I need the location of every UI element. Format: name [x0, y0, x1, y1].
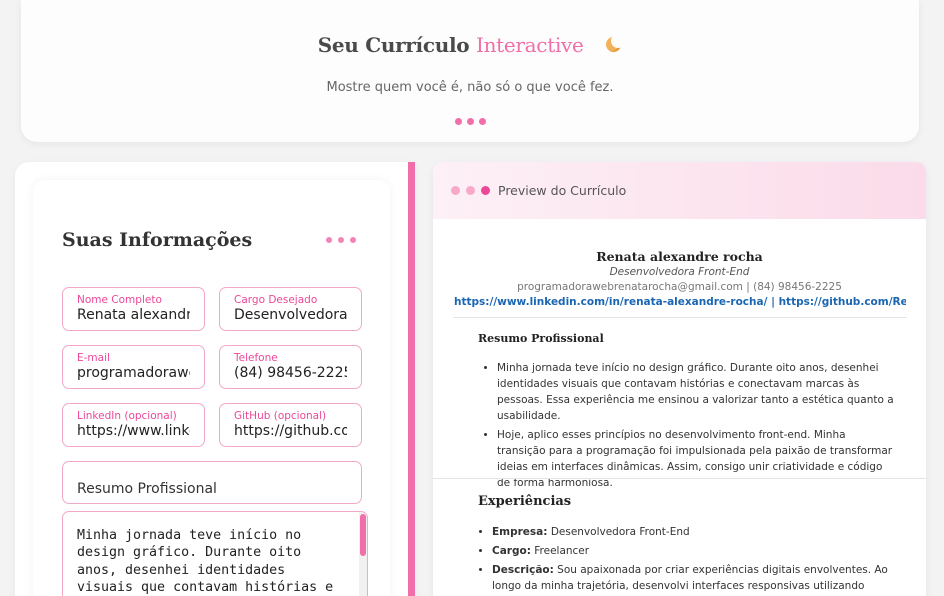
list-item: Cargo: Freelancer: [492, 543, 897, 559]
preview-panel: Preview do Currículo Renata alexandre ro…: [433, 162, 926, 596]
company-label: Empresa:: [492, 526, 548, 538]
linkedin-link[interactable]: https://www.linkedin.com/in/renata-alexa…: [454, 296, 767, 308]
phone-field[interactable]: Telefone (84) 98456-2225: [219, 345, 362, 389]
summary-section-header[interactable]: Resumo Profissional: [62, 461, 362, 504]
list-item: Empresa: Desenvolvedora Front-End: [492, 524, 897, 540]
github-label: GitHub (opcional): [234, 410, 327, 422]
dot-icon: [326, 237, 332, 243]
list-item: Hoje, aplico esses princípios no desenvo…: [497, 427, 897, 491]
phone-value[interactable]: (84) 98456-2225: [234, 365, 347, 381]
window-dots: [451, 186, 490, 195]
summary-textarea[interactable]: Minha jornada teve início no design gráf…: [62, 511, 368, 596]
form-panel-scrollbar[interactable]: [408, 162, 415, 596]
experience-title: Experiências: [478, 494, 572, 509]
name-field[interactable]: Nome Completo Renata alexandre rocha: [62, 287, 205, 331]
email-field[interactable]: E-mail programadorawebrenatarocha@gmail.…: [62, 345, 205, 389]
dot-icon: [478, 118, 486, 125]
dot-icon: [466, 186, 475, 195]
preview-header: Preview do Currículo: [433, 162, 926, 219]
summary-list: Minha jornada teve início no design gráf…: [497, 360, 897, 494]
job-title-value[interactable]: Desenvolvedora Front-End: [234, 307, 347, 323]
linkedin-field[interactable]: LinkedIn (opcional) https://www.linkedin…: [62, 403, 205, 447]
summary-label: Resumo Profissional: [77, 481, 217, 497]
section-divider: [433, 478, 926, 479]
dot-icon: [451, 186, 460, 195]
link-separator: |: [767, 296, 779, 308]
summary-title: Resumo Profissional: [478, 332, 604, 345]
list-item: Minha jornada teve início no design gráf…: [497, 360, 897, 424]
role-label: Cargo:: [492, 545, 531, 557]
github-link[interactable]: https://github.com/RenataARocha: [779, 296, 906, 308]
decorative-dots: [21, 118, 919, 125]
summary-text[interactable]: Minha jornada teve início no design gráf…: [77, 527, 347, 596]
resume-role: Desenvolvedora Front-End: [609, 266, 750, 278]
header-card: Seu Currículo Interactive Mostre quem vo…: [21, 0, 919, 142]
page-title: Seu Currículo Interactive: [21, 33, 919, 57]
resume-contact: programadorawebrenatarocha@gmail.com | (…: [517, 281, 842, 293]
email-value[interactable]: programadorawebrenatarocha@gmail.com: [77, 365, 190, 381]
textarea-scrollbar[interactable]: [359, 512, 367, 596]
github-value[interactable]: https://github.com/RenataARocha: [234, 423, 347, 439]
job-title-field[interactable]: Cargo Desejado Desenvolvedora Front-End: [219, 287, 362, 331]
form-title: Suas Informações: [62, 229, 253, 251]
job-title-label: Cargo Desejado: [234, 294, 318, 306]
github-field[interactable]: GitHub (opcional) https://github.com/Ren…: [219, 403, 362, 447]
description-label: Descrição:: [492, 564, 554, 576]
preview-title: Preview do Currículo: [498, 183, 627, 198]
name-label: Nome Completo: [77, 294, 162, 306]
title-accent: Interactive: [475, 33, 584, 57]
form-decorative-dots: [326, 237, 356, 243]
role-value: Freelancer: [534, 545, 590, 557]
divider: [453, 317, 907, 318]
dot-icon: [350, 237, 356, 243]
resume-links: https://www.linkedin.com/in/renata-alexa…: [454, 296, 906, 308]
email-label: E-mail: [77, 352, 110, 364]
phone-label: Telefone: [234, 352, 278, 364]
name-value[interactable]: Renata alexandre rocha: [77, 307, 190, 323]
experience-list: Empresa: Desenvolvedora Front-End Cargo:…: [492, 524, 897, 596]
linkedin-label: LinkedIn (opcional): [77, 410, 177, 422]
page-subtitle: Mostre quem você é, não só o que você fe…: [326, 80, 614, 95]
resume-document: Renata alexandre rocha Desenvolvedora Fr…: [433, 219, 926, 596]
company-value: Desenvolvedora Front-End: [550, 526, 690, 538]
dot-icon: [466, 118, 474, 125]
dot-icon: [454, 118, 462, 125]
moon-icon[interactable]: [604, 34, 626, 54]
resume-name: Renata alexandre rocha: [596, 249, 763, 264]
title-main: Seu Currículo: [317, 33, 470, 57]
linkedin-value[interactable]: https://www.linkedin.com/in/renata-alexa…: [77, 423, 190, 439]
dot-icon: [481, 186, 490, 195]
dot-icon: [338, 237, 344, 243]
list-item: Descrição: Sou apaixonada por criar expe…: [492, 562, 897, 596]
